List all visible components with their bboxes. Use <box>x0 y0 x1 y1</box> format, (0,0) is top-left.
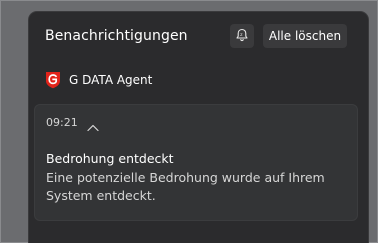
notification-time: 09:21 <box>46 116 78 129</box>
bell-snooze-icon: z <box>235 27 249 46</box>
chevron-up-icon[interactable] <box>86 118 100 132</box>
panel-title: Benachrichtigungen <box>45 28 188 44</box>
app-name: G DATA Agent <box>69 73 153 87</box>
clear-all-button[interactable]: Alle löschen <box>263 24 347 48</box>
notification-center-panel: Benachrichtigungen z Alle löschen G DATA… <box>29 12 368 243</box>
notification-body: Eine potenzielle Bedrohung wurde auf Ihr… <box>46 170 325 203</box>
svg-text:z: z <box>240 33 243 38</box>
notification-card[interactable]: 09:21 Bedrohung entdeckt Eine potenziell… <box>34 104 358 221</box>
notification-title: Bedrohung entdeckt <box>46 151 174 166</box>
snooze-button[interactable]: z <box>230 24 254 48</box>
app-group-header: G DATA Agent <box>45 70 152 90</box>
gdata-logo-icon <box>45 71 61 89</box>
notification-time-row[interactable]: 09:21 <box>46 115 100 132</box>
